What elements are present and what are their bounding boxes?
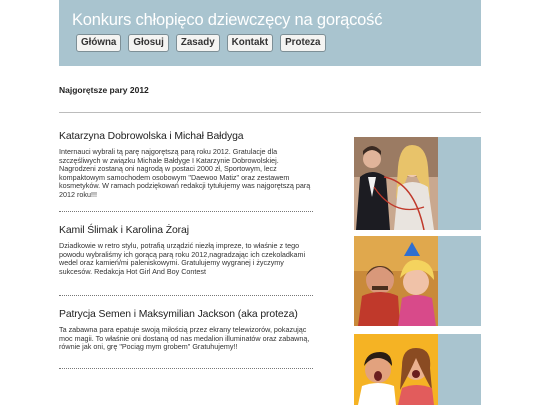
article-divider	[59, 211, 313, 212]
article-2: Kamil Ślimak i Karolina Żoraj Dziadkowie…	[59, 225, 313, 276]
article-title: Katarzyna Dobrowolska i Michał Bałdyga	[59, 131, 244, 142]
article-title: Kamil Ślimak i Karolina Żoraj	[59, 225, 189, 236]
nav-button-glowna[interactable]: Główna	[76, 34, 122, 52]
photo-panel-2	[354, 236, 481, 326]
article-text: Ta zabawna para epatuje swoją miłością p…	[59, 325, 310, 352]
nav-button-zasady[interactable]: Zasady	[175, 34, 220, 52]
main-nav: Główna Głosuj Zasady Kontakt Proteza	[76, 34, 326, 52]
article-1: Katarzyna Dobrowolska i Michał Bałdyga I…	[59, 131, 313, 200]
article-3: Patrycja Semen i Maksymilian Jackson (ak…	[59, 309, 313, 352]
nav-button-kontakt[interactable]: Kontakt	[226, 34, 274, 52]
couple-photo-3	[354, 334, 438, 405]
article-title: Patrycja Semen i Maksymilian Jackson (ak…	[59, 309, 298, 320]
article-divider	[59, 295, 313, 296]
couple-photo-1	[354, 137, 438, 230]
nav-button-glosuj[interactable]: Głosuj	[128, 34, 169, 52]
article-divider	[59, 368, 313, 369]
article-text: Dziadkowie w retro stylu, potrafią urząd…	[59, 241, 306, 276]
photo-panel-1	[354, 137, 481, 230]
couple-photo-2	[354, 236, 438, 326]
section-title: Najgorętsze pary 2012	[59, 85, 149, 95]
site-title: Konkurs chłopięco dziewczęcy na gorącość	[72, 11, 383, 29]
nav-button-proteza[interactable]: Proteza	[280, 34, 326, 52]
site-header: Konkurs chłopięco dziewczęcy na gorącość…	[59, 0, 481, 66]
photo-panel-3	[354, 334, 481, 405]
article-text: Internauci wybrali tą parę najgorętszą p…	[59, 147, 311, 199]
divider	[59, 112, 481, 113]
